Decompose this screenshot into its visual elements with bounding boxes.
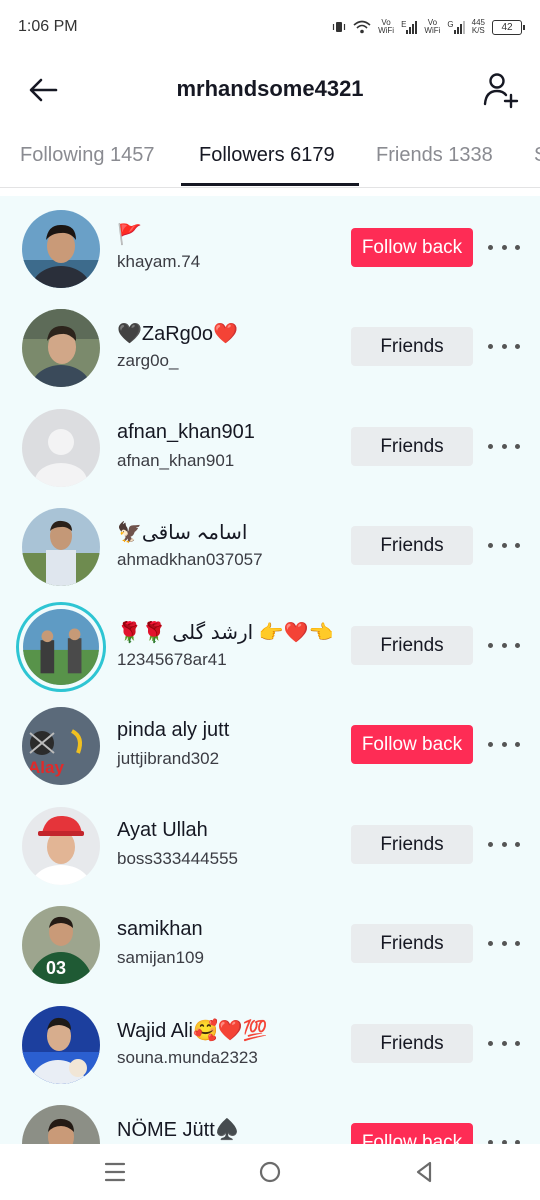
more-options-button[interactable]	[488, 538, 520, 552]
more-options-button[interactable]	[488, 240, 520, 254]
follower-row[interactable]: 🚩 khayam.74 Follow back	[0, 196, 540, 296]
follower-display-name: Wajid Ali🥰❤️💯	[117, 1020, 268, 1042]
more-options-button[interactable]	[488, 737, 520, 751]
follower-display-name: 🖤ZaRg0o❤️	[117, 323, 238, 345]
follower-username: khayam.74	[117, 252, 201, 271]
user-placeholder-icon	[22, 409, 100, 487]
more-options-button[interactable]	[488, 439, 520, 453]
header: mrhandsome4321	[0, 54, 540, 126]
tab-followers[interactable]: Followers 6179	[199, 144, 335, 167]
more-options-button[interactable]	[488, 837, 520, 851]
follower-row[interactable]: NÖME Jütt♠️ Follow back	[0, 1091, 540, 1144]
followers-list[interactable]: 🚩 khayam.74 Follow back 🖤ZaRg0o❤️ zarg0o…	[0, 196, 540, 1144]
active-tab-indicator	[181, 183, 359, 186]
avatar[interactable]	[22, 210, 100, 288]
menu-icon	[104, 1162, 126, 1182]
volte-2: Vo WiFi	[424, 18, 441, 35]
follower-username: souna.munda2323	[117, 1048, 258, 1067]
follower-username: ahmadkhan037057	[117, 550, 263, 569]
avatar[interactable]	[22, 309, 100, 387]
friends-button[interactable]: Friends	[351, 427, 473, 466]
follower-username: afnan_khan901	[117, 451, 235, 470]
avatar[interactable]	[22, 807, 100, 885]
follower-row[interactable]: 🌹🌹 ارشد گلی 👉❤️👈 12345678ar41 Friends	[0, 594, 540, 694]
follower-row[interactable]: Alay pinda aly jutt juttjibrand302 Follo…	[0, 693, 540, 793]
follower-row[interactable]: 🦅اسامہ ساقی ahmadkhan037057 Friends	[0, 494, 540, 594]
avatar[interactable]: 03	[22, 906, 100, 984]
follower-username: juttjibrand302	[117, 749, 220, 768]
more-options-button[interactable]	[488, 936, 520, 950]
add-friend-button[interactable]	[482, 70, 520, 110]
friends-button[interactable]: Friends	[351, 825, 473, 864]
follower-row[interactable]: Wajid Ali🥰❤️💯 souna.munda2323 Friends	[0, 992, 540, 1092]
volte-1: Vo WiFi	[378, 18, 395, 35]
friends-button[interactable]: Friends	[351, 1024, 473, 1063]
follower-row[interactable]: 🖤ZaRg0o❤️ zarg0o_ Friends	[0, 295, 540, 395]
tab-friends[interactable]: Friends 1338	[376, 144, 493, 167]
system-nav-bar	[0, 1144, 540, 1200]
home-button[interactable]	[256, 1160, 284, 1184]
follower-display-name: Ayat Ullah	[117, 819, 208, 841]
signal-1-icon: E	[401, 20, 418, 34]
default-avatar[interactable]	[22, 409, 100, 487]
network-speed: 445 K/S	[471, 18, 485, 35]
tab-suggested[interactable]: S	[534, 144, 540, 167]
follower-username: samijan109	[117, 948, 204, 967]
follower-display-name: afnan_khan901	[117, 421, 255, 443]
avatar[interactable]	[22, 508, 100, 586]
follower-username: boss333444555	[117, 849, 239, 868]
home-circle-icon	[259, 1161, 281, 1183]
friends-button[interactable]: Friends	[351, 924, 473, 963]
back-triangle-icon	[416, 1161, 432, 1183]
follow-back-button[interactable]: Follow back	[351, 228, 473, 267]
avatar-text: 03	[46, 958, 66, 978]
friends-button[interactable]: Friends	[351, 327, 473, 366]
more-options-button[interactable]	[488, 1135, 520, 1144]
follower-username: zarg0o_	[117, 351, 179, 370]
add-user-icon	[483, 73, 519, 109]
tab-following[interactable]: Following 1457	[20, 144, 155, 167]
avatar-with-story-ring[interactable]	[16, 602, 106, 692]
follow-back-button[interactable]: Follow back	[351, 725, 473, 764]
follower-display-name: 🌹🌹 ارشد گلی 👉❤️👈	[117, 622, 334, 644]
more-options-button[interactable]	[488, 1036, 520, 1050]
follower-display-name: 🦅اسامہ ساقی	[117, 522, 248, 544]
follower-display-name: NÖME Jütt♠️	[117, 1119, 240, 1141]
avatar[interactable]	[22, 1105, 100, 1144]
page-title: mrhandsome4321	[176, 76, 364, 101]
more-options-button[interactable]	[488, 638, 520, 652]
status-time: 1:06 PM	[18, 18, 78, 35]
status-bar: 1:06 PM Vo WiFi E Vo WiFi G 445 K/S 42	[0, 0, 540, 54]
vibrate-icon	[332, 20, 346, 34]
recent-apps-button[interactable]	[101, 1160, 129, 1184]
wifi-icon	[353, 20, 371, 34]
follower-row[interactable]: afnan_khan901 afnan_khan901 Friends	[0, 395, 540, 495]
battery-icon: 42	[492, 19, 525, 35]
friends-button[interactable]: Friends	[351, 526, 473, 565]
follower-row[interactable]: 03 samikhan samijan109 Friends	[0, 892, 540, 992]
follow-back-button[interactable]: Follow back	[351, 1123, 473, 1144]
follower-display-name: samikhan	[117, 918, 203, 940]
follower-username: 12345678ar41	[117, 650, 227, 669]
more-options-button[interactable]	[488, 339, 520, 353]
friends-button[interactable]: Friends	[351, 626, 473, 665]
status-icons: Vo WiFi E Vo WiFi G 445 K/S 42	[332, 18, 525, 35]
follower-display-name: pinda aly jutt	[117, 719, 230, 741]
avatar[interactable]	[22, 1006, 100, 1084]
nav-back-button[interactable]	[410, 1160, 438, 1184]
follower-display-name: 🚩	[117, 224, 142, 246]
avatar[interactable]: Alay	[22, 707, 100, 785]
follower-row[interactable]: Ayat Ullah boss333444555 Friends	[0, 793, 540, 893]
avatar-text: Alay	[28, 758, 64, 777]
signal-2-icon: G	[447, 20, 465, 34]
tab-bar: Following 1457 Followers 6179 Friends 13…	[0, 126, 540, 188]
